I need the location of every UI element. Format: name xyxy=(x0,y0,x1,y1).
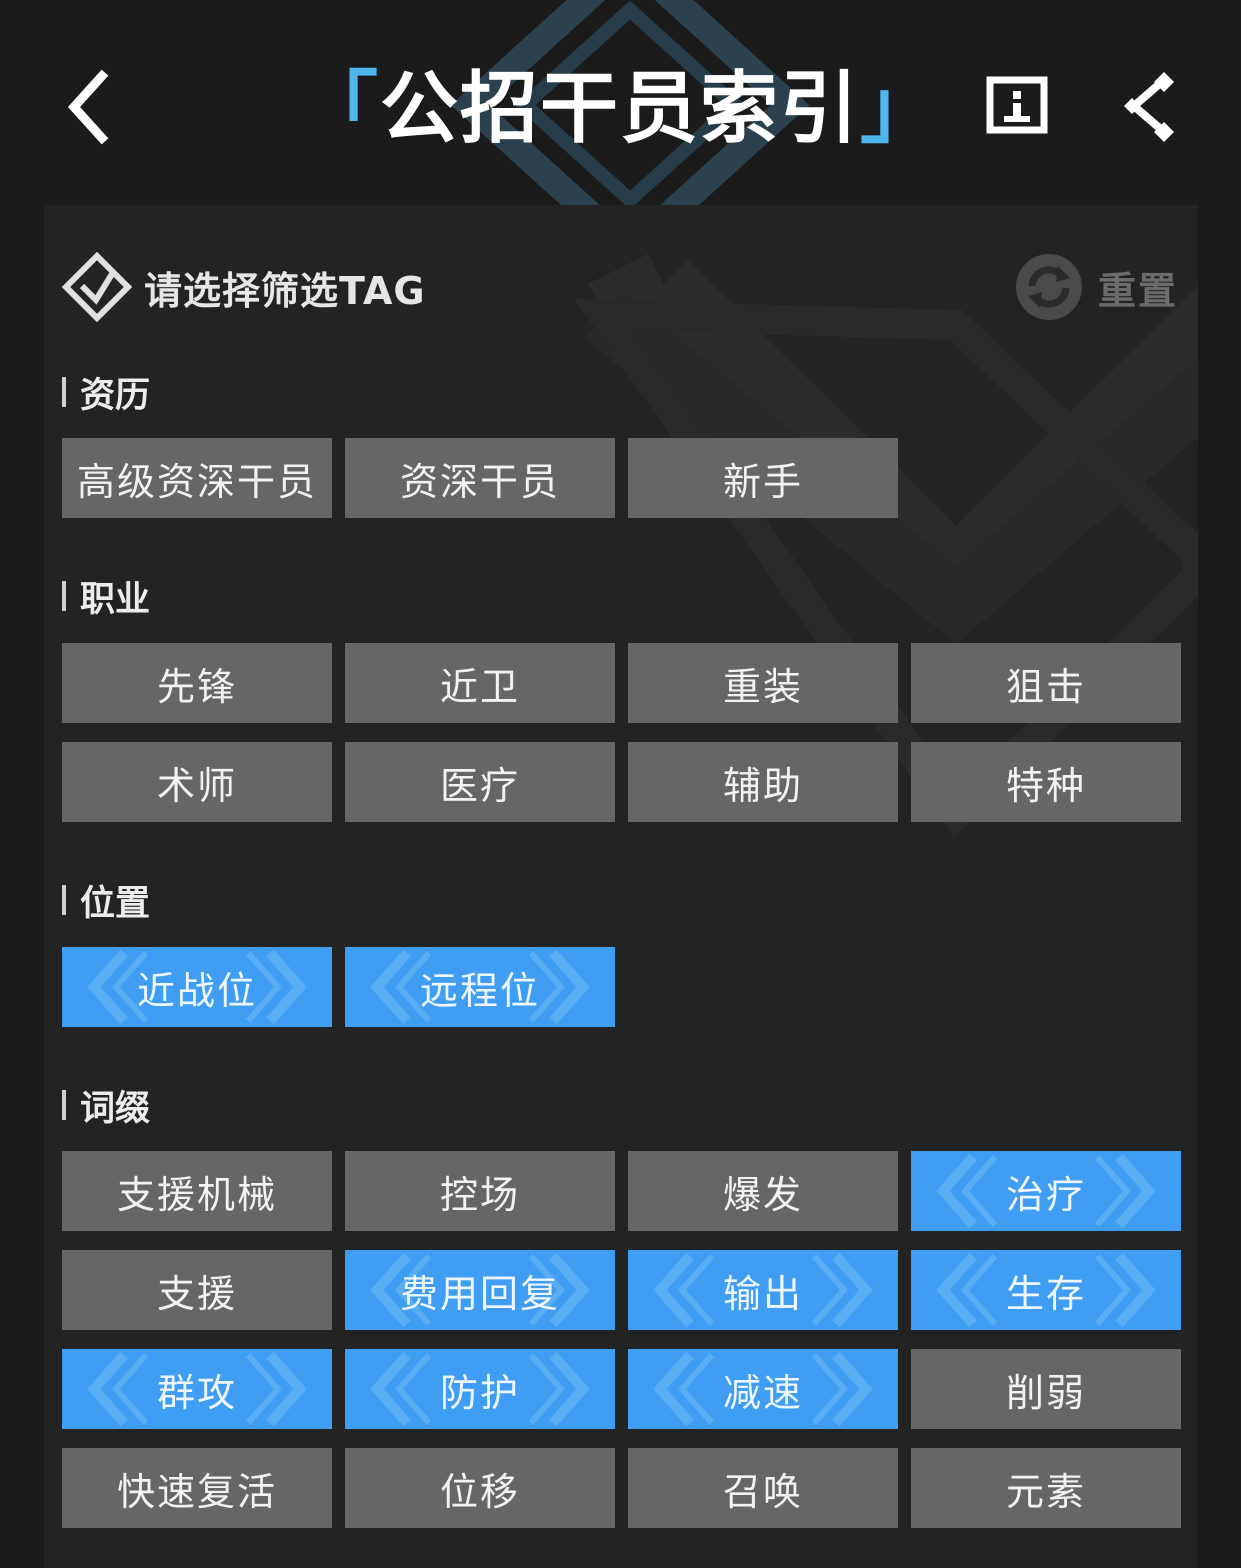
tag-button[interactable]: 辅助 xyxy=(628,742,898,822)
section-title: 职业 xyxy=(80,579,151,620)
tag-button[interactable]: 支援 xyxy=(62,1250,332,1330)
tag-label: 位移 xyxy=(439,1469,520,1514)
info-button[interactable] xyxy=(982,70,1052,140)
refresh-icon xyxy=(1016,254,1082,320)
diamond-check-icon xyxy=(62,252,132,322)
tag-button[interactable]: 爆发 xyxy=(628,1151,898,1231)
tag-button[interactable]: 狙击 xyxy=(911,643,1181,723)
app-screen: 「 公招干员索引 」 请选择筛选TAG 重置 资历 高级资深干员 资深干员 新手… xyxy=(0,0,1241,1568)
tag-label: 生存 xyxy=(1005,1271,1086,1316)
tag-button[interactable]: 费用回复 xyxy=(345,1250,615,1330)
tag-label: 特种 xyxy=(1005,763,1086,808)
section-marker xyxy=(62,885,66,915)
tag-label: 支援 xyxy=(156,1271,237,1316)
tag-label: 元素 xyxy=(1005,1469,1086,1514)
title-text: 公招干员索引 xyxy=(380,64,861,154)
tag-button[interactable]: 削弱 xyxy=(911,1349,1181,1429)
section-title: 位置 xyxy=(80,883,151,924)
tag-label: 辅助 xyxy=(722,763,803,808)
reset-button[interactable]: 重置 xyxy=(1014,249,1178,325)
tag-label: 医疗 xyxy=(439,763,520,808)
tag-button[interactable]: 新手 xyxy=(628,438,898,518)
tag-label: 爆发 xyxy=(722,1172,803,1217)
share-button[interactable] xyxy=(1118,68,1184,144)
tag-button[interactable]: 术师 xyxy=(62,742,332,822)
section-label-affix: 词缀 xyxy=(62,1080,150,1130)
tag-button[interactable]: 高级资深干员 xyxy=(62,438,332,518)
tag-label: 术师 xyxy=(156,763,237,808)
tag-button[interactable]: 输出 xyxy=(628,1250,898,1330)
tag-button[interactable]: 防护 xyxy=(345,1349,615,1429)
reset-label: 重置 xyxy=(1098,268,1179,313)
tag-button[interactable]: 远程位 xyxy=(345,947,615,1027)
filter-header: 请选择筛选TAG xyxy=(62,249,426,325)
back-button[interactable] xyxy=(58,62,128,152)
tag-button[interactable]: 重装 xyxy=(628,643,898,723)
tag-button[interactable]: 近战位 xyxy=(62,947,332,1027)
share-icon xyxy=(1124,72,1174,142)
tag-label: 快速复活 xyxy=(116,1469,277,1514)
section-marker xyxy=(62,1090,66,1120)
tag-button[interactable]: 医疗 xyxy=(345,742,615,822)
tag-label: 支援机械 xyxy=(116,1172,277,1217)
header-bar: 「 公招干员索引 」 xyxy=(0,0,1241,205)
tag-button[interactable]: 生存 xyxy=(911,1250,1181,1330)
chevron-left-icon xyxy=(67,69,109,145)
tag-button[interactable]: 位移 xyxy=(345,1448,615,1528)
tag-button[interactable]: 支援机械 xyxy=(62,1151,332,1231)
tag-label: 重装 xyxy=(722,664,803,709)
tag-button[interactable]: 治疗 xyxy=(911,1151,1181,1231)
tag-label: 输出 xyxy=(722,1271,803,1316)
tag-label: 防护 xyxy=(439,1370,520,1415)
filter-title: 请选择筛选TAG xyxy=(144,268,426,313)
tag-label: 近卫 xyxy=(439,664,520,709)
tag-label: 近战位 xyxy=(136,968,257,1013)
section-label-position: 位置 xyxy=(62,875,150,925)
tag-label: 狙击 xyxy=(1005,664,1086,709)
tag-button[interactable]: 控场 xyxy=(345,1151,615,1231)
tag-label: 资深干员 xyxy=(399,459,560,504)
tag-label: 减速 xyxy=(722,1370,803,1415)
tag-label: 群攻 xyxy=(156,1370,237,1415)
title-open-bracket: 「 xyxy=(299,64,380,154)
tag-label: 削弱 xyxy=(1005,1370,1086,1415)
title-close-bracket: 」 xyxy=(860,64,941,154)
tag-label: 先锋 xyxy=(156,664,237,709)
tag-button[interactable]: 元素 xyxy=(911,1448,1181,1528)
section-label-seniority: 资历 xyxy=(62,367,150,417)
section-title: 词缀 xyxy=(80,1088,151,1129)
tag-label: 新手 xyxy=(722,459,803,504)
tag-button[interactable]: 特种 xyxy=(911,742,1181,822)
tag-button[interactable]: 减速 xyxy=(628,1349,898,1429)
section-marker xyxy=(62,377,66,407)
page-title: 「 公招干员索引 」 xyxy=(300,52,938,154)
tag-button[interactable]: 召唤 xyxy=(628,1448,898,1528)
tag-filter-panel: 请选择筛选TAG 重置 资历 高级资深干员 资深干员 新手 职业 先锋 近卫 重装 狙击术… xyxy=(44,205,1198,1568)
section-label-profession: 职业 xyxy=(62,571,150,621)
section-title: 资历 xyxy=(80,375,151,416)
tag-label: 控场 xyxy=(439,1172,520,1217)
tag-label: 费用回复 xyxy=(399,1271,560,1316)
tag-button[interactable]: 近卫 xyxy=(345,643,615,723)
section-marker xyxy=(62,581,66,611)
tag-button[interactable]: 快速复活 xyxy=(62,1448,332,1528)
info-icon xyxy=(986,76,1048,134)
tag-button[interactable]: 先锋 xyxy=(62,643,332,723)
tag-label: 远程位 xyxy=(419,968,540,1013)
tag-label: 高级资深干员 xyxy=(76,459,317,504)
tag-label: 召唤 xyxy=(722,1469,803,1514)
tag-label: 治疗 xyxy=(1005,1172,1086,1217)
tag-button[interactable]: 资深干员 xyxy=(345,438,615,518)
tag-button[interactable]: 群攻 xyxy=(62,1349,332,1429)
